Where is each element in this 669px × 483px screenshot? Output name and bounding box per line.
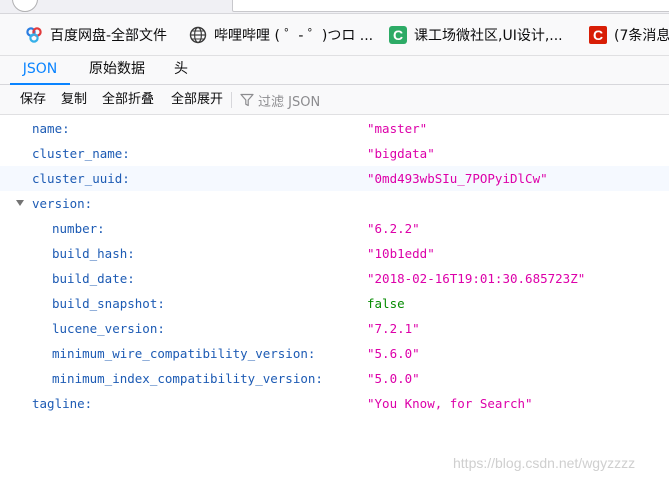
svg-text:C: C	[393, 27, 403, 43]
json-value: "master"	[367, 121, 428, 136]
json-value: "10b1edd"	[367, 246, 435, 261]
expand-toggle-icon[interactable]	[16, 200, 24, 206]
bookmark-baidu-cloud[interactable]: 百度网盘-全部文件	[24, 14, 168, 55]
bookmarks-bar: 百度网盘-全部文件 哔哩哔哩 ( ゜- ゜)つロ ... C 课工场微社区,UI…	[0, 14, 669, 56]
filter-icon	[240, 93, 254, 107]
json-row-tagline[interactable]: tagline: "You Know, for Search"	[0, 391, 669, 416]
svg-text:C: C	[593, 27, 603, 43]
json-row-lucene-version[interactable]: lucene_version: "7.2.1"	[0, 316, 669, 341]
json-value: "7.2.1"	[367, 321, 420, 336]
bookmark-label: 哔哩哔哩 ( ゜- ゜)つロ ...	[214, 28, 374, 44]
filter-json-input[interactable]: 过滤 JSON	[240, 85, 320, 115]
json-row-cluster-name[interactable]: cluster_name: "bigdata"	[0, 141, 669, 166]
json-row-version[interactable]: version:	[0, 191, 669, 216]
bookmark-label: 百度网盘-全部文件	[50, 28, 168, 44]
json-key: minimum_wire_compatibility_version:	[52, 346, 316, 361]
bookmark-kgc[interactable]: C 课工场微社区,UI设计,...	[388, 14, 563, 55]
bookmark-label: (7条消息	[614, 28, 669, 44]
json-key: cluster_name:	[32, 146, 130, 161]
json-row-name[interactable]: name: "master"	[0, 116, 669, 141]
json-key: tagline:	[32, 396, 93, 411]
expand-all-button[interactable]: 全部展开	[171, 85, 223, 115]
json-value: "2018-02-16T19:01:30.685723Z"	[367, 271, 586, 286]
json-key: lucene_version:	[52, 321, 165, 336]
browser-nav-strip	[0, 0, 669, 14]
json-row-build-hash[interactable]: build_hash: "10b1edd"	[0, 241, 669, 266]
json-key: cluster_uuid:	[32, 171, 130, 186]
json-row-cluster-uuid[interactable]: cluster_uuid: "0md493wbSIu_7POPyiDlCw"	[0, 166, 669, 191]
json-key: number:	[52, 221, 105, 236]
tab-json[interactable]: JSON	[10, 56, 70, 85]
json-toolbar: 保存 复制 全部折叠 全部展开 过滤 JSON	[0, 85, 669, 115]
json-key: name:	[32, 121, 70, 136]
json-row-build-date[interactable]: build_date: "2018-02-16T19:01:30.685723Z…	[0, 266, 669, 291]
json-row-number[interactable]: number: "6.2.2"	[0, 216, 669, 241]
json-row-build-snapshot[interactable]: build_snapshot: false	[0, 291, 669, 316]
toolbar-divider	[231, 92, 232, 108]
collapse-all-button[interactable]: 全部折叠	[102, 85, 154, 115]
json-row-min-index-compat[interactable]: minimum_index_compatibility_version: "5.…	[0, 366, 669, 391]
bookmark-csdn[interactable]: C (7条消息	[588, 14, 669, 55]
bookmark-label: 课工场微社区,UI设计,...	[414, 28, 563, 44]
json-key: minimum_index_compatibility_version:	[52, 371, 323, 386]
json-value: "5.0.0"	[367, 371, 420, 386]
json-row-min-wire-compat[interactable]: minimum_wire_compatibility_version: "5.6…	[0, 341, 669, 366]
json-value: false	[367, 296, 405, 311]
json-key: build_snapshot:	[52, 296, 165, 311]
tab-raw-data[interactable]: 原始数据	[78, 56, 156, 85]
json-key: build_date:	[52, 271, 135, 286]
bookmark-bilibili[interactable]: 哔哩哔哩 ( ゜- ゜)つロ ...	[188, 14, 374, 55]
json-value: "bigdata"	[367, 146, 435, 161]
tab-headers[interactable]: 头	[164, 56, 198, 85]
forward-button[interactable]	[52, 0, 78, 12]
back-button[interactable]	[12, 0, 38, 12]
filter-placeholder: 过滤 JSON	[258, 94, 321, 110]
save-button[interactable]: 保存	[20, 85, 46, 115]
json-value: "5.6.0"	[367, 346, 420, 361]
json-key: version:	[32, 196, 93, 211]
watermark: https://blog.csdn.net/wgyzzzz	[453, 455, 636, 471]
globe-icon	[188, 25, 208, 45]
red-c-icon: C	[588, 25, 608, 45]
json-value: "You Know, for Search"	[367, 396, 533, 411]
address-bar[interactable]	[232, 0, 669, 12]
json-key: build_hash:	[52, 246, 135, 261]
json-value: "0md493wbSIu_7POPyiDlCw"	[367, 171, 548, 186]
json-value: "6.2.2"	[367, 221, 420, 236]
green-c-icon: C	[388, 25, 408, 45]
copy-button[interactable]: 复制	[61, 85, 87, 115]
baidu-cloud-icon	[24, 25, 44, 45]
viewer-tabs: JSON 原始数据 头	[0, 56, 669, 85]
